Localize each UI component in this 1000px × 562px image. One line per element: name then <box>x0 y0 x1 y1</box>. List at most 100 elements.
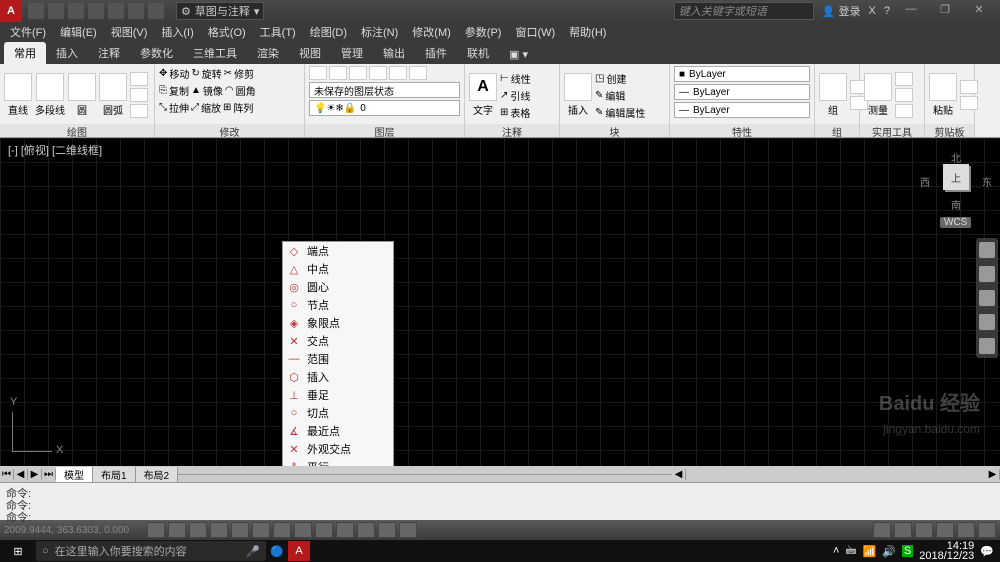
array-button[interactable]: 阵列 <box>233 100 253 115</box>
ctx-intersection[interactable]: ✕交点 <box>283 332 393 350</box>
tab-layout2[interactable]: 布局2 <box>136 467 179 482</box>
panel-draw-label[interactable]: 绘图 <box>0 124 154 137</box>
tray-ime-icon[interactable]: S <box>902 545 913 557</box>
rotate-button[interactable]: 旋转 <box>202 66 222 81</box>
rtab-online[interactable]: 联机 <box>457 42 499 64</box>
hscroll-right[interactable]: ▶ <box>986 469 1000 480</box>
ctx-midpoint[interactable]: △中点 <box>283 260 393 278</box>
hscroll-left[interactable]: ◀ <box>672 469 686 480</box>
trim-button[interactable]: 修剪 <box>234 66 254 81</box>
clock-date[interactable]: 2018/12/23 <box>919 551 974 561</box>
minimize-button[interactable]: — <box>898 3 924 19</box>
nav-orbit-icon[interactable] <box>979 314 995 330</box>
tray-volume-icon[interactable]: 🔊 <box>882 545 896 558</box>
exchange-icon[interactable]: X <box>869 5 876 17</box>
qat-new-icon[interactable] <box>28 3 44 19</box>
layer-current-dropdown[interactable]: 💡☀❄🔒 0 <box>309 100 460 116</box>
stretch-button[interactable]: 拉伸 <box>169 100 189 115</box>
circle-button[interactable] <box>68 73 96 101</box>
tray-network-icon[interactable]: 📶 <box>862 545 876 558</box>
qat-undo-icon[interactable] <box>128 3 144 19</box>
layer-icon6[interactable] <box>409 66 427 80</box>
panel-props-label[interactable]: 特性 <box>670 124 814 137</box>
login-button[interactable]: 👤 登录 <box>822 3 861 19</box>
tab-scroll-next[interactable]: ▶ <box>28 469 42 480</box>
app-logo[interactable]: A <box>0 0 22 22</box>
taskbar-app1[interactable]: 🔵 <box>266 541 288 561</box>
group-button[interactable] <box>819 73 847 101</box>
menu-modify[interactable]: 修改(M) <box>406 24 457 40</box>
viewport-label[interactable]: [-] [俯视] [二维线框] <box>8 142 102 158</box>
rtab-output[interactable]: 输出 <box>373 42 415 64</box>
measure-button[interactable] <box>864 73 892 101</box>
copy-clip-icon[interactable] <box>960 96 978 110</box>
menu-insert[interactable]: 插入(I) <box>155 24 199 40</box>
menu-view[interactable]: 视图(V) <box>105 24 154 40</box>
help-icon[interactable]: ? <box>884 5 890 17</box>
status-dyn-icon[interactable] <box>315 522 333 538</box>
status-qp-icon[interactable] <box>378 522 396 538</box>
panel-clip-label[interactable]: 剪贴板 <box>925 124 974 137</box>
workspace-selector[interactable]: ⚙ 草图与注释 ▾ <box>176 2 264 20</box>
panel-modify-label[interactable]: 修改 <box>155 124 304 137</box>
menu-format[interactable]: 格式(O) <box>202 24 252 40</box>
status-snap-icon[interactable] <box>147 522 165 538</box>
menu-help[interactable]: 帮助(H) <box>563 24 612 40</box>
edit-block-button[interactable]: ✎ 编辑 <box>595 88 645 103</box>
help-search-input[interactable]: 键入关键字或短语 <box>674 2 814 20</box>
restore-button[interactable]: ❐ <box>932 3 958 19</box>
rtab-manage[interactable]: 管理 <box>331 42 373 64</box>
cut-icon[interactable] <box>960 80 978 94</box>
layer-state-dropdown[interactable]: 未保存的图层状态 <box>309 82 460 98</box>
ctx-parallel[interactable]: ∥平行 <box>283 458 393 466</box>
polyline-button[interactable] <box>36 73 64 101</box>
rtab-expand[interactable]: ▣ ▾ <box>499 45 538 64</box>
nav-wheel-icon[interactable] <box>979 242 995 258</box>
rtab-render[interactable]: 渲染 <box>247 42 289 64</box>
status-otrack-icon[interactable] <box>273 522 291 538</box>
status-osnap-icon[interactable] <box>231 522 249 538</box>
close-button[interactable]: ✕ <box>966 3 992 19</box>
util-mini3[interactable] <box>895 104 913 118</box>
layer-icon4[interactable] <box>369 66 387 80</box>
notifications-icon[interactable]: 💬 <box>980 545 994 558</box>
ctx-nearest[interactable]: ∡最近点 <box>283 422 393 440</box>
start-button[interactable]: ⊞ <box>0 545 36 558</box>
taskbar-autocad[interactable]: A <box>288 541 310 561</box>
status-tpy-icon[interactable] <box>357 522 375 538</box>
draw-mini1[interactable] <box>130 72 148 86</box>
panel-annot-label[interactable]: 注释 <box>465 124 559 137</box>
ctx-apparent[interactable]: ✕外观交点 <box>283 440 393 458</box>
ctx-endpoint[interactable]: ◇端点 <box>283 242 393 260</box>
menu-tools[interactable]: 工具(T) <box>254 24 302 40</box>
tab-scroll-last[interactable]: ⏭ <box>42 469 56 480</box>
draw-mini3[interactable] <box>130 104 148 118</box>
ctx-center[interactable]: ◎圆心 <box>283 278 393 296</box>
qat-open-icon[interactable] <box>48 3 64 19</box>
menu-file[interactable]: 文件(F) <box>4 24 52 40</box>
status-ducs-icon[interactable] <box>294 522 312 538</box>
ctx-node[interactable]: ○节点 <box>283 296 393 314</box>
layer-icon3[interactable] <box>349 66 367 80</box>
panel-util-label[interactable]: 实用工具 <box>860 124 924 137</box>
status-r4-icon[interactable] <box>957 522 975 538</box>
linear-dim-button[interactable]: ⊢ 线性 <box>500 71 531 86</box>
menu-edit[interactable]: 编辑(E) <box>54 24 103 40</box>
rtab-3dtools[interactable]: 三维工具 <box>183 42 247 64</box>
qat-save-icon[interactable] <box>68 3 84 19</box>
text-button[interactable]: A <box>469 73 497 101</box>
move-button[interactable]: 移动 <box>169 66 189 81</box>
create-block-button[interactable]: ◳ 创建 <box>595 71 645 86</box>
tab-scroll-prev[interactable]: ◀ <box>14 469 28 480</box>
layer-icon5[interactable] <box>389 66 407 80</box>
panel-layer-label[interactable]: 图层 <box>305 124 464 137</box>
tray-input-icon[interactable]: 🖮 <box>845 542 856 561</box>
fillet-button[interactable]: 圆角 <box>236 83 256 98</box>
ctx-tangent[interactable]: ○切点 <box>283 404 393 422</box>
qat-saveas-icon[interactable] <box>88 3 104 19</box>
line-button[interactable] <box>4 73 32 101</box>
lineweight-dropdown[interactable]: — ByLayer <box>674 84 810 100</box>
paste-button[interactable] <box>929 73 957 101</box>
util-mini2[interactable] <box>895 88 913 102</box>
mirror-button[interactable]: 镜像 <box>203 83 223 98</box>
